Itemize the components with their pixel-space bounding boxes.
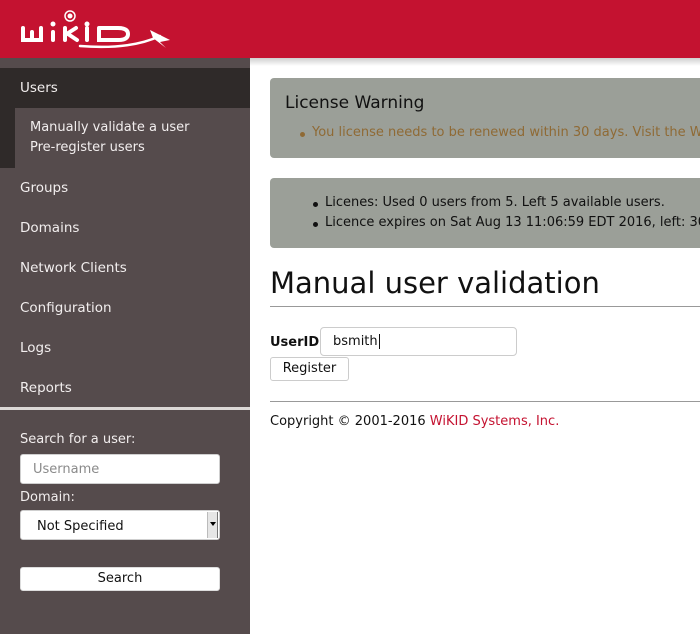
register-button[interactable]: Register xyxy=(270,357,349,381)
submenu-item-pre-register[interactable]: Pre-register users xyxy=(30,140,145,155)
license-usage-text: Licenes: Used 0 users from 5. Left 5 ava… xyxy=(325,195,665,210)
username-search-input[interactable] xyxy=(20,454,220,484)
sidebar-item-reports[interactable]: Reports xyxy=(20,380,72,396)
license-expiry-text: Licence expires on Sat Aug 13 11:06:59 E… xyxy=(325,215,700,230)
bullet-icon xyxy=(300,132,305,137)
license-info-item: Licence expires on Sat Aug 13 11:06:59 E… xyxy=(313,215,700,230)
license-info-box: Licenes: Used 0 users from 5. Left 5 ava… xyxy=(270,178,700,248)
footer-divider xyxy=(270,401,700,402)
sidebar-item-groups[interactable]: Groups xyxy=(20,180,68,196)
submenu-item-manually-validate[interactable]: Manually validate a user xyxy=(30,120,189,135)
license-info-item: Licenes: Used 0 users from 5. Left 5 ava… xyxy=(313,195,665,210)
sidebar-divider xyxy=(0,407,250,410)
users-submenu: Manually validate a user Pre-register us… xyxy=(15,108,250,168)
content-top-shadow xyxy=(250,58,700,66)
license-warning-item: You license needs to be renewed within 3… xyxy=(300,125,700,140)
search-button[interactable]: Search xyxy=(20,567,220,591)
license-warning-text: You license needs to be renewed within 3… xyxy=(312,125,700,140)
domain-select[interactable]: Not Specified xyxy=(20,510,220,540)
bullet-icon xyxy=(313,222,318,227)
sidebar-item-users[interactable]: Users xyxy=(20,80,58,96)
domain-label: Domain: xyxy=(20,490,75,505)
userid-label: UserID: xyxy=(270,335,325,350)
sidebar-item-logs[interactable]: Logs xyxy=(20,340,51,356)
license-warning-title: License Warning xyxy=(285,93,425,113)
company-link[interactable]: WiKID Systems, Inc. xyxy=(430,414,560,429)
header-bar xyxy=(0,0,700,58)
sidebar-users-section: Users Manually validate a user Pre-regis… xyxy=(0,68,250,168)
userid-value: bsmith xyxy=(333,334,378,349)
sidebar-item-domains[interactable]: Domains xyxy=(20,220,79,236)
chevron-down-icon[interactable] xyxy=(207,512,218,538)
title-divider xyxy=(270,306,700,307)
bullet-icon xyxy=(313,202,318,207)
sidebar: Users Manually validate a user Pre-regis… xyxy=(0,58,250,634)
wikid-logo[interactable] xyxy=(20,8,175,50)
copyright-footer: Copyright © 2001-2016 WiKID Systems, Inc… xyxy=(270,414,559,429)
copyright-text: Copyright © 2001-2016 xyxy=(270,414,430,429)
userid-input[interactable]: bsmith xyxy=(320,327,517,356)
sidebar-item-configuration[interactable]: Configuration xyxy=(20,300,112,316)
license-warning-box: License Warning You license needs to be … xyxy=(270,78,700,158)
search-user-label: Search for a user: xyxy=(20,432,136,447)
page-title: Manual user validation xyxy=(270,266,600,300)
domain-select-value: Not Specified xyxy=(37,519,124,534)
sidebar-item-network-clients[interactable]: Network Clients xyxy=(20,260,127,276)
text-caret xyxy=(378,334,380,349)
